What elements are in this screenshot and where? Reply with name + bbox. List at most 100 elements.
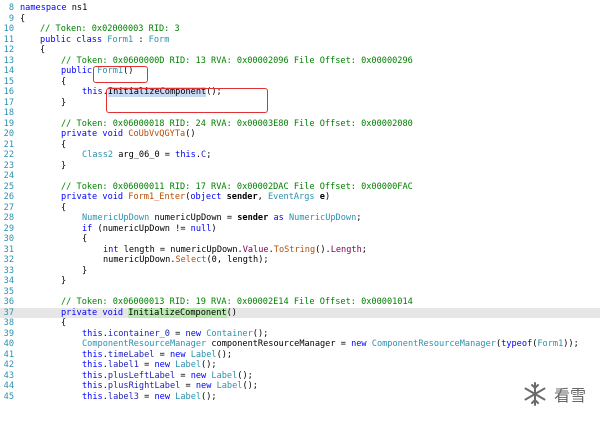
- snowflake-icon: [524, 382, 546, 406]
- line-number: 28: [3, 213, 14, 223]
- code-text: // Token: 0x06000013 RID: 19 RVA: 0x0000…: [20, 297, 413, 307]
- line-number: 31: [3, 244, 14, 255]
- code-line: 29 if (numericUpDown != null): [0, 224, 600, 235]
- code-text: {: [20, 45, 45, 55]
- code-text: this.label3 = new Label();: [20, 392, 217, 402]
- code-token: ): [324, 192, 331, 202]
- code-token: {: [61, 139, 67, 150]
- line-number: 44: [3, 381, 14, 391]
- line-number: 24: [3, 171, 14, 181]
- code-token: this: [82, 349, 103, 360]
- code-text: {: [20, 77, 66, 87]
- code-token: int: [103, 244, 124, 255]
- line-number: 43: [3, 370, 14, 381]
- code-token: =: [138, 391, 155, 402]
- code-line: 33}: [0, 266, 600, 277]
- watermark-text: 看雪: [553, 386, 586, 405]
- code-token: Container: [206, 328, 253, 339]
- line-number: 9: [8, 13, 14, 24]
- code-line: 32 numericUpDown.Select(0, length);: [0, 255, 600, 266]
- code-line: 26 private void Form1_Enter(object sender…: [0, 192, 600, 203]
- line-number: 34: [3, 276, 14, 286]
- code-token: ();: [242, 381, 258, 391]
- code-token: new: [195, 381, 217, 391]
- line-number: 17: [3, 97, 14, 108]
- line-number: 32: [3, 255, 14, 265]
- line-number: 15: [3, 76, 14, 87]
- code-line: 44 this.plusRightLabel = new Label();: [0, 381, 600, 392]
- code-token: =: [169, 328, 186, 339]
- code-token: null: [190, 223, 212, 234]
- code-token: this: [82, 370, 103, 381]
- code-line: 24: [0, 171, 600, 182]
- code-token: (numericUpDown !=: [97, 223, 191, 234]
- line-number: 25: [3, 181, 14, 192]
- code-line: 20 private void CoUbVvQGYTa(): [0, 129, 600, 140]
- line-number: 16: [3, 87, 14, 97]
- code-token: typeof: [501, 339, 533, 349]
- line-number: 22: [3, 150, 14, 160]
- line-number: 12: [3, 45, 14, 55]
- watermark: 看雪: [522, 381, 586, 407]
- code-line: 16 this.InitializeComponent();: [0, 87, 600, 98]
- code-text: this.label1 = new Label();: [20, 360, 217, 370]
- code-text: this.plusRightLabel = new Label();: [20, 381, 258, 391]
- code-line: 13 // Token: 0x0600000D RID: 13 RVA: 0x00…: [0, 56, 600, 67]
- line-number: 8: [8, 3, 14, 13]
- code-line: 28 NumericUpDown numericUpDown = sender a…: [0, 213, 600, 224]
- code-token: public: [61, 66, 98, 76]
- code-token: length = numericUpDown.: [123, 244, 243, 255]
- code-token: {: [20, 13, 26, 24]
- code-text: {: [20, 234, 87, 244]
- code-token: Label: [175, 360, 202, 370]
- code-token: {: [40, 45, 46, 55]
- code-text: }: [20, 276, 66, 286]
- code-token: new: [190, 370, 212, 381]
- code-token: =: [175, 370, 191, 381]
- code-token: object: [190, 192, 227, 202]
- code-token: Label: [190, 349, 217, 360]
- code-line: 12 {: [0, 45, 600, 56]
- code-token: // Token: 0x02000003 RID: 3: [40, 24, 180, 34]
- code-token: ();: [201, 360, 217, 370]
- code-text: {: [20, 14, 25, 24]
- line-number: 40: [3, 339, 14, 349]
- line-number: 18: [3, 108, 14, 118]
- code-line: 15 {: [0, 77, 600, 88]
- code-token: }: [61, 276, 67, 286]
- code-token: ;: [361, 244, 367, 255]
- code-token: new: [154, 360, 176, 370]
- code-token: this: [82, 328, 103, 339]
- code-text: // Token: 0x06000011 RID: 17 RVA: 0x0000…: [20, 182, 413, 192]
- code-text: namespace ns1: [20, 3, 87, 13]
- code-token: EventArgs: [268, 192, 320, 202]
- code-text: private void Form1_Enter(object sender, …: [20, 192, 330, 202]
- code-editor[interactable]: 8 namespace ns1 9 {10// Token: 0x02000003 R…: [0, 3, 600, 402]
- code-line: 31 int length = numericUpDown.Value.ToStr…: [0, 245, 600, 256]
- code-token: private void: [61, 307, 129, 318]
- code-line: 37 private void InitializeComponent(): [0, 307, 600, 318]
- code-token: Value: [242, 244, 269, 255]
- code-line: 27 {: [0, 203, 600, 214]
- code-line: 34}: [0, 276, 600, 287]
- code-line: 10 // Token: 0x02000003 RID: 3: [0, 24, 600, 35]
- code-text: }: [20, 266, 87, 276]
- line-number: 36: [3, 297, 14, 307]
- code-token: ns1: [71, 3, 88, 13]
- code-token: icontainer_0: [107, 328, 170, 339]
- code-token: new: [154, 391, 176, 402]
- code-line: 19 // Token: 0x06000018 RID: 24 RVA: 0x00…: [0, 119, 600, 130]
- code-token: ;: [356, 213, 362, 223]
- code-line: 35: [0, 287, 600, 298]
- annotation-box-form1: [93, 66, 148, 83]
- code-token: Form: [148, 34, 170, 45]
- code-token: {: [61, 76, 67, 87]
- code-token: ComponentResourceManager: [82, 339, 207, 349]
- code-token: this: [82, 360, 103, 370]
- code-text: }: [20, 98, 66, 108]
- code-text: // Token: 0x06000018 RID: 24 RVA: 0x0000…: [20, 119, 413, 129]
- code-token: (): [226, 307, 237, 318]
- code-line: 22 Class2 arg_06_0 = this.C;: [0, 150, 600, 161]
- code-token: =: [180, 381, 196, 391]
- code-token: ): [211, 223, 217, 234]
